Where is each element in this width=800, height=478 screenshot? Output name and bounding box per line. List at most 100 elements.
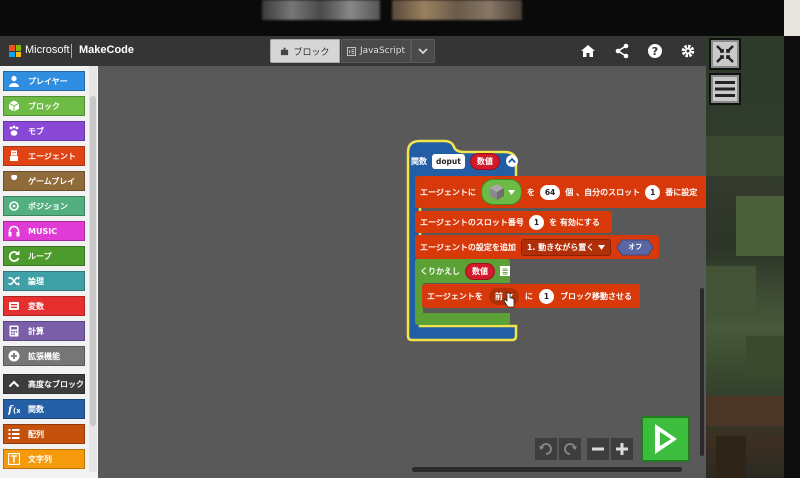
toolbox-category-10[interactable]: 変数 bbox=[3, 296, 85, 316]
toolbox-category-13[interactable]: 高度なブロック bbox=[3, 374, 85, 394]
minus-icon bbox=[592, 447, 604, 451]
editor-dropdown-button[interactable] bbox=[411, 39, 435, 63]
collapse-button[interactable] bbox=[709, 38, 741, 70]
gear-icon[interactable] bbox=[680, 43, 696, 59]
puzzle-icon bbox=[281, 46, 289, 55]
agent-move-prefix: エージェントを bbox=[427, 291, 483, 301]
run-button[interactable] bbox=[641, 416, 690, 462]
toolbox-category-14[interactable]: f(x) 関数 bbox=[3, 399, 85, 419]
toolbox-category-16[interactable]: 文字列 bbox=[3, 449, 85, 469]
agent-move-block[interactable]: エージェントを 前 に 1 ブロック移動させる bbox=[422, 284, 640, 308]
toolbox-category-label: エージェント bbox=[28, 151, 76, 161]
makecode-window: Microsoft MakeCode ブロック JavaScript ? 関数 … bbox=[0, 0, 800, 478]
zoom-out-button[interactable] bbox=[587, 438, 609, 460]
toolbox-category-label: 関数 bbox=[28, 404, 44, 414]
help-icon[interactable]: ? bbox=[647, 43, 663, 59]
slot-field[interactable]: 1 bbox=[645, 184, 661, 200]
undo-icon bbox=[539, 443, 552, 455]
brand-product[interactable]: MakeCode bbox=[79, 44, 134, 56]
video-strip bbox=[0, 0, 800, 36]
repeat-header: くりかえし 数値 ≣ bbox=[420, 262, 510, 280]
toolbox-category-4[interactable]: エージェント bbox=[3, 146, 85, 166]
agent-slot-prefix: エージェントのスロット番号 bbox=[420, 217, 524, 227]
toolbox-category-7[interactable]: MUSIC bbox=[3, 221, 85, 241]
play-icon bbox=[654, 424, 677, 454]
svg-text:?: ? bbox=[652, 45, 658, 58]
toolbox-category-label: ブロック bbox=[28, 101, 60, 111]
paw-icon bbox=[8, 125, 20, 137]
workspace-horizontal-scrollbar[interactable] bbox=[412, 467, 682, 472]
chevron-down-icon bbox=[418, 48, 428, 55]
setting-option-dropdown[interactable]: 1. 動きながら置く bbox=[520, 238, 612, 256]
toolbox-category-label: ポジション bbox=[28, 201, 68, 211]
count-field[interactable]: 64 bbox=[539, 184, 561, 200]
function-icon: f(x) bbox=[8, 403, 20, 415]
agent-move-suffix: ブロック移動させる bbox=[560, 291, 633, 301]
collapse-param-icon[interactable] bbox=[505, 154, 519, 168]
js-icon bbox=[346, 46, 356, 56]
repeat-count-param[interactable]: 数値 bbox=[465, 262, 495, 280]
window-edge bbox=[784, 0, 800, 36]
svg-text:(x): (x) bbox=[13, 407, 20, 415]
toolbox-category-1[interactable]: プレイヤー bbox=[3, 71, 85, 91]
function-header: 関数 doput 数値 bbox=[411, 152, 519, 170]
blocks-workspace[interactable] bbox=[98, 66, 706, 478]
hand-cursor-icon bbox=[503, 292, 515, 308]
toolbox-category-label: MUSIC bbox=[28, 226, 58, 236]
agent-place-suffix: 番に設定 bbox=[665, 187, 698, 197]
stone-block-icon bbox=[489, 184, 504, 200]
slot-number-field[interactable]: 1 bbox=[528, 214, 545, 230]
undo-button[interactable] bbox=[535, 438, 557, 460]
toolbox-category-2[interactable]: ブロック bbox=[3, 96, 85, 116]
block-item-dropdown[interactable] bbox=[480, 179, 522, 205]
calculator-icon bbox=[8, 325, 20, 337]
agent-move-mid: に bbox=[524, 291, 533, 301]
toolbox-category-12[interactable]: 拡張機能 bbox=[3, 346, 85, 366]
dropdown-arrow-icon bbox=[598, 244, 606, 250]
move-amount-field[interactable]: 1 bbox=[538, 288, 555, 304]
home-icon[interactable] bbox=[580, 43, 596, 59]
agent-icon bbox=[8, 150, 20, 162]
function-keyword: 関数 bbox=[411, 156, 427, 166]
toolbox-category-3[interactable]: モブ bbox=[3, 121, 85, 141]
toolbox-category-label: 配列 bbox=[28, 429, 44, 439]
collapse-icon bbox=[716, 45, 734, 63]
brand-company: Microsoft bbox=[25, 44, 70, 56]
function-param[interactable]: 数値 bbox=[469, 152, 500, 170]
redo-button[interactable] bbox=[559, 438, 581, 460]
toolbox-category-label: ゲームプレイ bbox=[28, 176, 76, 186]
menu-bar: Microsoft MakeCode ブロック JavaScript ? bbox=[0, 36, 706, 66]
toolbox-category-label: 文字列 bbox=[28, 454, 52, 464]
function-name-field[interactable]: doput bbox=[432, 153, 465, 169]
blurred-video-thumbnail bbox=[392, 0, 522, 20]
toolbox-category-15[interactable]: 配列 bbox=[3, 424, 85, 444]
toolbox-category-label: モブ bbox=[28, 126, 44, 136]
share-icon[interactable] bbox=[614, 43, 630, 59]
toolbox-category-8[interactable]: ループ bbox=[3, 246, 85, 266]
agent-setting-block[interactable]: エージェントの設定を追加 1. 動きながら置く オフ bbox=[415, 235, 659, 259]
plus-icon bbox=[616, 443, 628, 455]
agent-place-mid2: 個 、自分のスロット bbox=[565, 187, 641, 197]
toolbox-category-5[interactable]: ゲームプレイ bbox=[3, 171, 85, 191]
toggle-off-boolean[interactable]: オフ bbox=[616, 239, 654, 256]
toolbox-category-11[interactable]: 計算 bbox=[3, 321, 85, 341]
cube-icon bbox=[8, 100, 20, 112]
tab-blocks[interactable]: ブロック bbox=[270, 39, 340, 63]
toolbox-category-6[interactable]: ポジション bbox=[3, 196, 85, 216]
tab-javascript[interactable]: JavaScript bbox=[341, 39, 411, 63]
workspace-vertical-scrollbar[interactable] bbox=[700, 288, 704, 456]
agent-slot-block[interactable]: エージェントのスロット番号 1 を 有効にする bbox=[415, 211, 612, 233]
menu-button[interactable] bbox=[709, 73, 741, 105]
toolbox-category-label: プレイヤー bbox=[28, 76, 68, 86]
agent-setting-prefix: エージェントの設定を追加 bbox=[420, 242, 516, 252]
toolbox-scrollbar-thumb[interactable] bbox=[90, 96, 96, 426]
tab-blocks-label: ブロック bbox=[293, 47, 330, 58]
wrench-icon bbox=[8, 175, 20, 187]
agent-place-block[interactable]: エージェントに を 64 個 、自分のスロット 1 番に設定 bbox=[415, 176, 706, 208]
zoom-in-button[interactable] bbox=[611, 438, 633, 460]
toolbox-category-9[interactable]: 論理 bbox=[3, 271, 85, 291]
chevron-up-icon bbox=[8, 378, 20, 390]
menu-icon bbox=[715, 81, 735, 97]
window-edge bbox=[784, 36, 800, 478]
toolbox-category-label: 計算 bbox=[28, 326, 44, 336]
